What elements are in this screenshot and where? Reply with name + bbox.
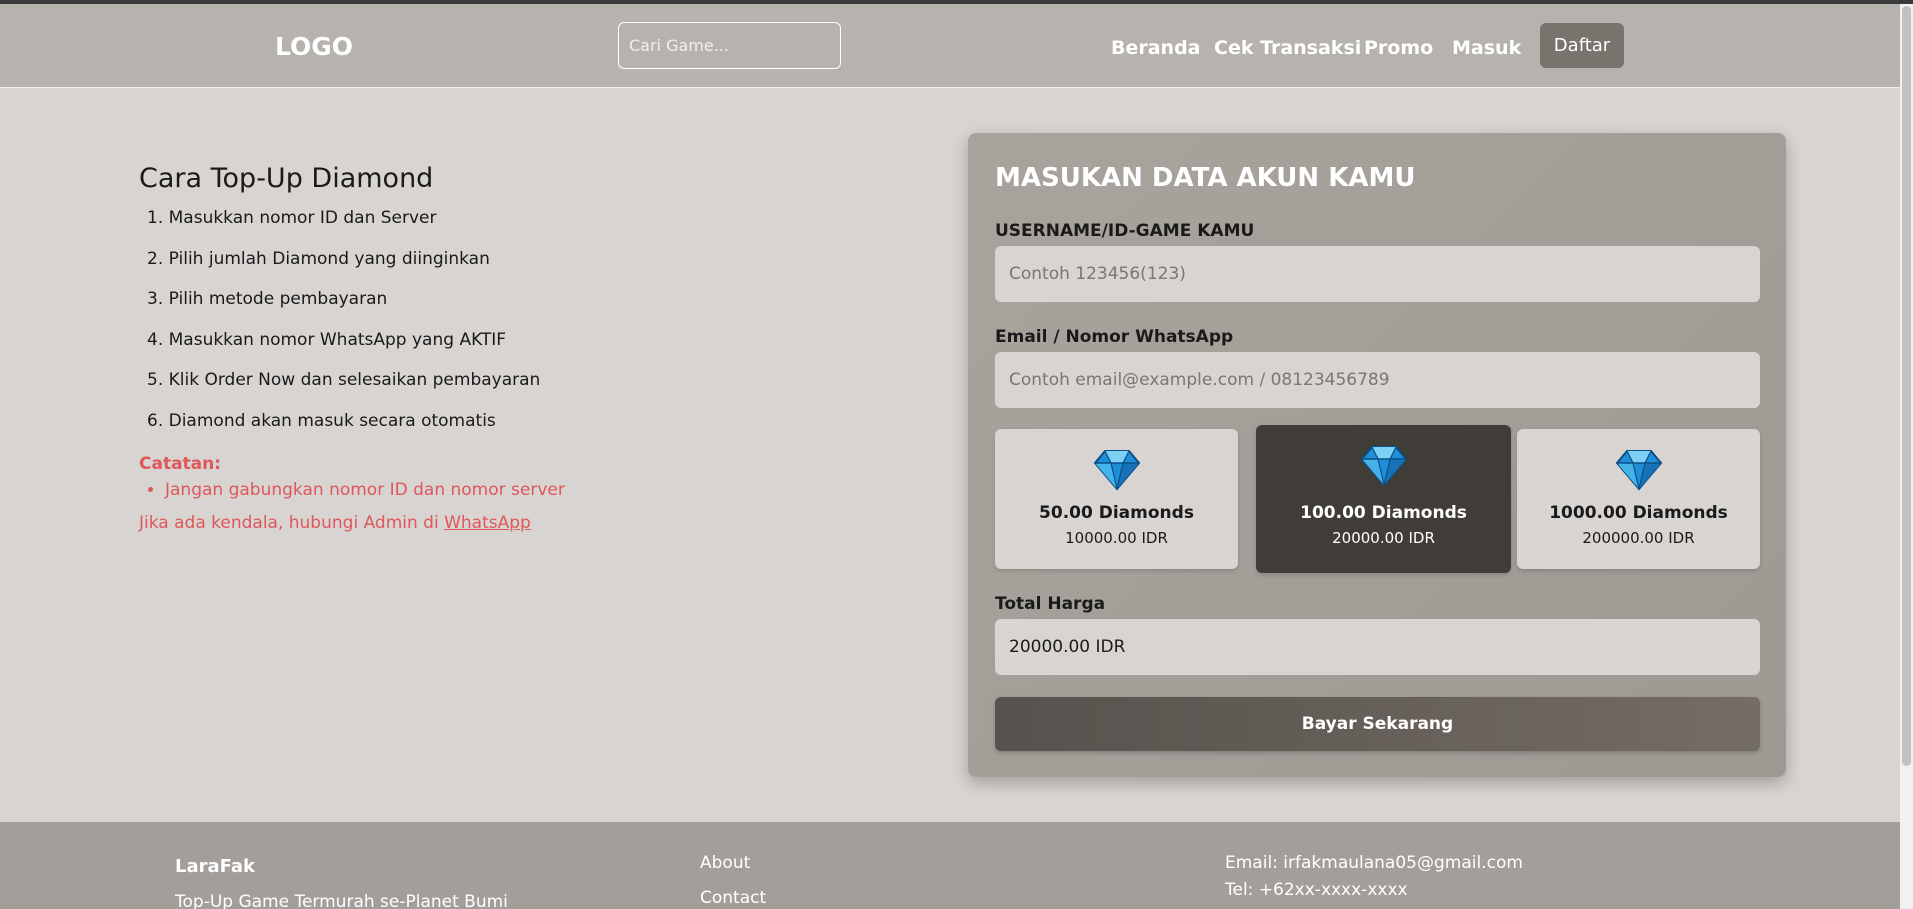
total-price-field bbox=[995, 619, 1760, 675]
diamond-icon bbox=[1615, 450, 1662, 491]
nav-promo[interactable]: Promo bbox=[1364, 37, 1433, 59]
guide-step: 3. Pilih metode pembayaran bbox=[147, 289, 388, 309]
navbar: LOGO Beranda Cek Transaksi Promo Masuk D… bbox=[0, 4, 1900, 88]
package-price: 20000.00 IDR bbox=[1332, 529, 1435, 547]
diamond-icon bbox=[1093, 450, 1140, 491]
search-input[interactable] bbox=[618, 22, 841, 69]
contact-input[interactable] bbox=[995, 352, 1760, 408]
guide-step: 6. Diamond akan masuk secara otomatis bbox=[147, 410, 496, 431]
package-option-1000[interactable]: 1000.00 Diamonds 200000.00 IDR bbox=[1517, 429, 1760, 569]
package-option-50[interactable]: 50.00 Diamonds 10000.00 IDR bbox=[995, 429, 1238, 569]
note-title: Catatan: bbox=[139, 454, 222, 474]
nav-masuk[interactable]: Masuk bbox=[1452, 37, 1521, 59]
footer-tagline: Top-Up Game Termurah se-Planet Bumi bbox=[175, 892, 508, 909]
package-price: 200000.00 IDR bbox=[1582, 529, 1695, 547]
register-button[interactable]: Daftar bbox=[1540, 23, 1624, 68]
username-label: USERNAME/ID-GAME KAMU bbox=[995, 221, 1255, 241]
diamond-icon bbox=[1360, 446, 1407, 487]
page-scrollbar[interactable] bbox=[1900, 4, 1913, 909]
username-input[interactable] bbox=[995, 246, 1760, 302]
contact-label: Email / Nomor WhatsApp bbox=[995, 327, 1234, 347]
guide-step: 5. Klik Order Now dan selesaikan pembaya… bbox=[147, 370, 541, 390]
admin-contact-text: Jika ada kendala, hubungi Admin di bbox=[139, 513, 445, 533]
guide-step: 2. Pilih jumlah Diamond yang diinginkan bbox=[147, 248, 490, 269]
nav-cek-transaksi[interactable]: Cek Transaksi bbox=[1214, 37, 1361, 59]
package-price: 10000.00 IDR bbox=[1065, 529, 1168, 547]
footer-email: Email: irfakmaulana05@gmail.com bbox=[1225, 853, 1523, 873]
logo[interactable]: LOGO bbox=[275, 32, 353, 61]
footer-brand: LaraFak bbox=[175, 856, 255, 877]
admin-contact: Jika ada kendala, hubungi Admin di Whats… bbox=[139, 513, 839, 533]
footer-link-contact[interactable]: Contact bbox=[700, 888, 766, 908]
scrollbar-thumb[interactable] bbox=[1902, 6, 1911, 766]
guide-title: Cara Top-Up Diamond bbox=[139, 163, 434, 194]
package-option-100[interactable]: 100.00 Diamonds 20000.00 IDR bbox=[1256, 425, 1511, 573]
guide-steps: 1. Masukkan nomor ID dan Server 2. Pilih… bbox=[139, 208, 839, 451]
note-list: Jangan gabungkan nomor ID dan nomor serv… bbox=[139, 480, 839, 500]
nav-beranda[interactable]: Beranda bbox=[1111, 37, 1201, 59]
footer-link-about[interactable]: About bbox=[700, 853, 750, 873]
package-amount: 50.00 Diamonds bbox=[1039, 503, 1194, 523]
package-amount: 1000.00 Diamonds bbox=[1549, 503, 1728, 523]
account-form-card: MASUKAN DATA AKUN KAMU USERNAME/ID-GAME … bbox=[968, 133, 1786, 777]
guide-step: 1. Masukkan nomor ID dan Server bbox=[147, 208, 437, 228]
whatsapp-link[interactable]: WhatsApp bbox=[444, 513, 531, 533]
guide-step: 4. Masukkan nomor WhatsApp yang AKTIF bbox=[147, 329, 507, 350]
footer-phone: Tel: +62xx-xxxx-xxxx bbox=[1225, 880, 1408, 900]
topup-guide: Cara Top-Up Diamond 1. Masukkan nomor ID… bbox=[139, 163, 839, 533]
total-label: Total Harga bbox=[995, 594, 1106, 614]
note-item: Jangan gabungkan nomor ID dan nomor serv… bbox=[165, 480, 839, 500]
package-amount: 100.00 Diamonds bbox=[1300, 503, 1467, 523]
footer: LaraFak Top-Up Game Termurah se-Planet B… bbox=[0, 822, 1900, 909]
pay-now-button[interactable]: Bayar Sekarang bbox=[995, 697, 1760, 751]
form-title: MASUKAN DATA AKUN KAMU bbox=[995, 163, 1416, 193]
